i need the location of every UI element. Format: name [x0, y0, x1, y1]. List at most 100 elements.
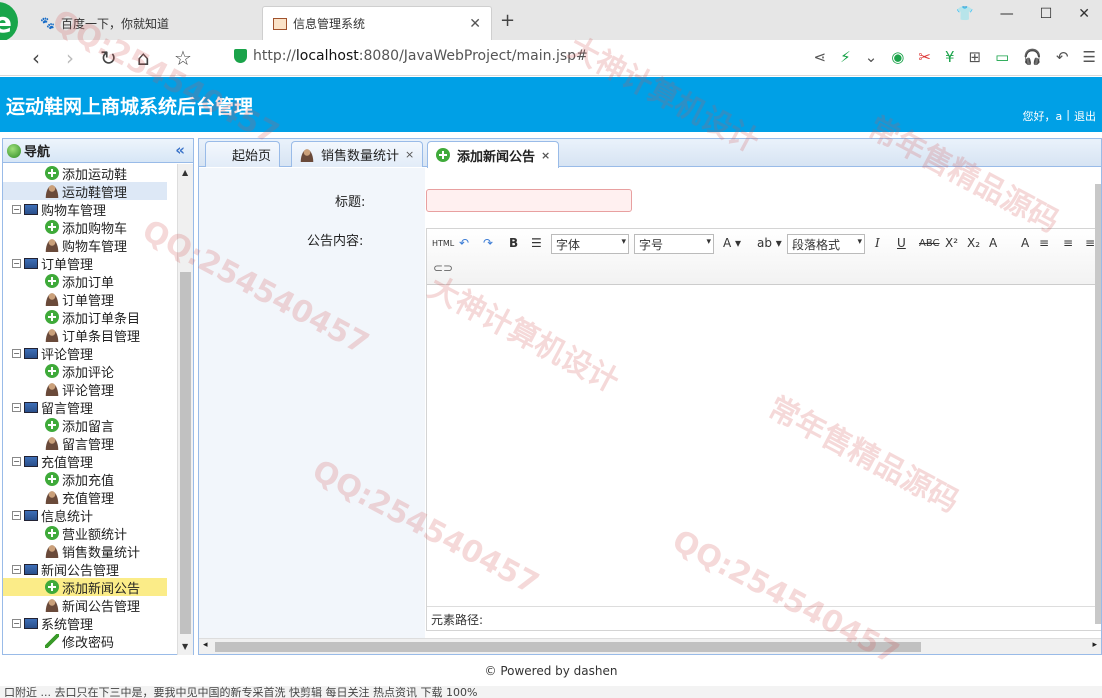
nav-group[interactable]: − 购物车管理 [3, 200, 177, 219]
nav-group[interactable]: − 留言管理 [3, 398, 177, 417]
scrollbar-thumb[interactable] [180, 272, 191, 634]
close-tab-icon[interactable]: × [405, 148, 414, 161]
nav-group[interactable]: − 信息统计 [3, 506, 177, 525]
close-window-icon[interactable]: ✕ [1078, 6, 1090, 22]
editor-toolbar: HTML ↶ ↷ B ☰ 字体 字号 A ▾ ab ▾ 段落格式 I U ABC… [427, 229, 1101, 285]
collapse-toggle-icon[interactable]: − [12, 348, 21, 358]
redo-icon[interactable]: ↷ [483, 236, 493, 250]
tab-add-news[interactable]: 添加新闻公告 × [427, 141, 560, 168]
star-icon[interactable]: ☆ [174, 46, 192, 70]
minimize-icon[interactable]: — [1000, 6, 1014, 22]
editor-body[interactable] [427, 285, 1101, 607]
home-icon[interactable]: ⌂ [137, 46, 150, 70]
menu-icon[interactable]: ☰ [1083, 48, 1096, 66]
collapse-toggle-icon[interactable]: − [12, 258, 21, 268]
collapse-toggle-icon[interactable]: − [12, 456, 21, 466]
align-right-icon[interactable]: ≡ [1085, 236, 1095, 250]
format-a-icon[interactable]: A [989, 236, 997, 250]
scroll-right-icon[interactable]: ▸ [1092, 640, 1097, 650]
shirt-icon[interactable]: 👕 [956, 6, 973, 22]
headphones-icon[interactable]: 🎧 [1023, 48, 1042, 66]
nav-item[interactable]: 运动鞋管理 [3, 182, 167, 201]
nav-group[interactable]: − 新闻公告管理 [3, 560, 177, 579]
html-source-button[interactable]: HTML [432, 239, 454, 248]
chat-icon[interactable]: ◉ [891, 48, 904, 66]
collapse-icon[interactable]: « [175, 141, 185, 159]
font-color-icon[interactable]: A ▾ [723, 236, 741, 250]
nav-item[interactable]: 新闻公告管理 [3, 596, 177, 615]
scroll-left-icon[interactable]: ◂ [203, 640, 208, 650]
collapse-toggle-icon[interactable]: − [12, 402, 21, 412]
url-field[interactable]: http://localhost:8080/JavaWebProject/mai… [234, 48, 588, 64]
bolt-icon[interactable]: ⚡ [840, 48, 851, 66]
align-left-icon[interactable]: ≡ [1039, 236, 1049, 250]
underline-icon[interactable]: U [897, 236, 906, 250]
logout-link[interactable]: 退出 [1074, 108, 1096, 124]
browser-tab-baidu[interactable]: 🐾 百度一下，你就知道 [30, 6, 260, 40]
font-family-select[interactable]: 字体 [551, 234, 629, 254]
nav-scrollbar[interactable]: ▲ ▼ [177, 164, 193, 655]
nav-item[interactable]: 添加运动鞋 [3, 164, 177, 183]
nav-item[interactable]: 评论管理 [3, 380, 177, 399]
tab-sales-stats[interactable]: 销售数量统计 × [291, 141, 424, 167]
nav-item[interactable]: 营业额统计 [3, 524, 177, 543]
content-vertical-scrollbar[interactable] [1095, 184, 1101, 624]
nav-item[interactable]: 充值管理 [3, 488, 177, 507]
yen-icon[interactable]: ¥ [945, 48, 955, 66]
undo-icon[interactable]: ↶ [1056, 48, 1069, 66]
browser-tab-active[interactable]: 信息管理系统 ✕ [262, 6, 492, 40]
strikethrough-icon[interactable]: ABC [919, 238, 940, 249]
chevron-down-icon[interactable]: ⌄ [865, 48, 878, 66]
close-tab-icon[interactable]: ✕ [469, 16, 481, 32]
collapse-toggle-icon[interactable]: − [12, 510, 21, 520]
undo-icon[interactable]: ↶ [459, 236, 469, 250]
new-tab-icon[interactable]: + [500, 10, 515, 31]
collapse-toggle-icon[interactable]: − [12, 564, 21, 574]
nav-group[interactable]: − 充值管理 [3, 452, 177, 471]
nav-item[interactable]: 留言管理 [3, 434, 177, 453]
nav-item[interactable]: 添加充值 [3, 470, 177, 489]
highlight-icon[interactable]: ab ▾ [757, 236, 782, 250]
collapse-toggle-icon[interactable]: − [12, 618, 21, 628]
tab-home[interactable]: 起始页 [205, 141, 281, 167]
align-center-icon[interactable]: ≡ [1063, 236, 1073, 250]
nav-item[interactable]: 添加订单 [3, 272, 177, 291]
battery-icon[interactable]: ▭ [995, 48, 1009, 66]
close-tab-icon[interactable]: × [541, 149, 550, 162]
nav-item[interactable]: 订单管理 [3, 290, 177, 309]
bold-icon[interactable]: B [509, 236, 518, 250]
nav-item[interactable]: 添加购物车 [3, 218, 177, 237]
paragraph-format-select[interactable]: 段落格式 [787, 234, 865, 254]
scroll-up-icon[interactable]: ▲ [182, 168, 188, 177]
scroll-down-icon[interactable]: ▼ [182, 642, 188, 651]
scissors-icon[interactable]: ✂ [918, 48, 931, 66]
font-size-select[interactable]: 字号 [634, 234, 714, 254]
collapse-toggle-icon[interactable]: − [12, 204, 21, 214]
nav-group[interactable]: − 系统管理 [3, 614, 177, 633]
nav-group[interactable]: − 评论管理 [3, 344, 177, 363]
format-a2-icon[interactable]: A [1021, 236, 1029, 250]
scrollbar-thumb[interactable] [215, 642, 921, 652]
reload-icon[interactable]: ↻ [100, 46, 117, 70]
superscript-icon[interactable]: X² [945, 236, 958, 250]
format-clear-icon[interactable]: ☰ [531, 236, 542, 250]
nav-item[interactable]: 添加评论 [3, 362, 177, 381]
nav-item[interactable]: 添加新闻公告 [3, 578, 167, 597]
grid-icon[interactable]: ⊞ [969, 48, 982, 66]
link-icon[interactable]: ⊂⊃ [433, 261, 453, 275]
title-input[interactable] [426, 189, 632, 212]
nav-group[interactable]: − 订单管理 [3, 254, 177, 273]
nav-item[interactable]: 修改密码 [3, 632, 177, 651]
nav-item[interactable]: 销售数量统计 [3, 542, 177, 561]
share-icon[interactable]: ⋖ [814, 48, 827, 66]
nav-item[interactable]: 添加订单条目 [3, 308, 177, 327]
maximize-icon[interactable]: ☐ [1040, 6, 1053, 22]
nav-item[interactable]: 添加留言 [3, 416, 177, 435]
nav-item[interactable]: 购物车管理 [3, 236, 177, 255]
content-horizontal-scrollbar[interactable]: ◂ ▸ [199, 638, 1101, 654]
back-icon[interactable]: ‹ [32, 46, 40, 70]
nav-item[interactable]: 订单条目管理 [3, 326, 177, 345]
italic-icon[interactable]: I [875, 236, 880, 250]
subscript-icon[interactable]: X₂ [967, 236, 980, 250]
forward-icon[interactable]: › [66, 46, 74, 70]
